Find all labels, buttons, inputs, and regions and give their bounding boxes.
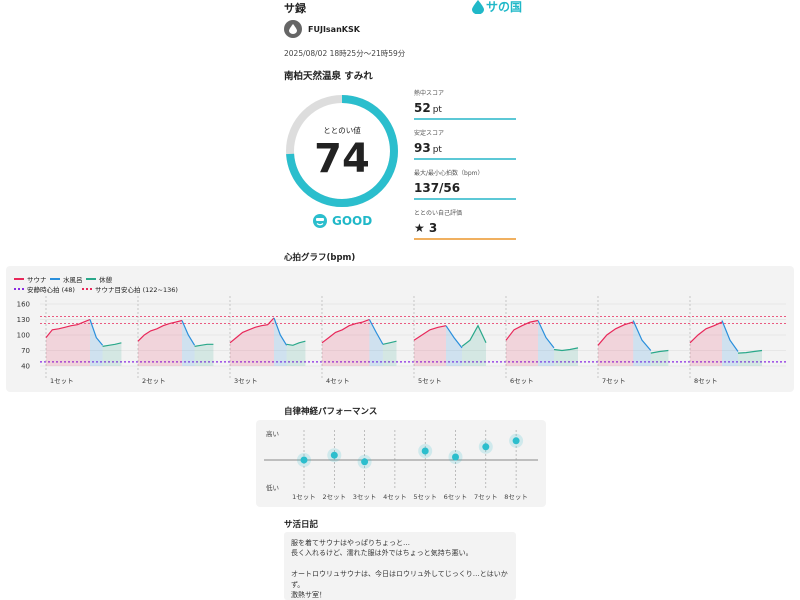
- gauge-value: 74: [314, 136, 370, 182]
- set-label: 2セット: [322, 493, 346, 501]
- diary-title: サ活日記: [284, 520, 319, 530]
- set-label: 3セット: [234, 377, 258, 385]
- good-face-icon: [313, 214, 327, 228]
- score-unit: pt: [432, 105, 442, 115]
- performance-point: [421, 447, 429, 455]
- set-label: 4セット: [326, 377, 350, 385]
- performance-point: [452, 453, 459, 461]
- score-divider: [414, 238, 516, 240]
- drop-avatar-icon: [289, 24, 297, 34]
- rest-area: [194, 344, 214, 366]
- sauna-area: [506, 320, 538, 366]
- heart-chart-title: 心拍グラフ(bpm): [284, 253, 356, 263]
- set-label: 1セット: [50, 377, 74, 385]
- set-label: 7セット: [602, 377, 626, 385]
- session-datetime: 2025/08/02 18時25分～21時59分: [284, 49, 406, 58]
- logo-text: サの国: [486, 0, 523, 14]
- set-label: 4セット: [383, 493, 407, 501]
- autonomic-title: 自律神経パフォーマンス: [284, 407, 378, 417]
- y-tick-label: 130: [17, 316, 30, 324]
- performance-point: [330, 451, 338, 459]
- set-label: 5セット: [413, 493, 437, 501]
- score-heat: 熱中スコア 52 pt: [414, 88, 516, 120]
- y-tick-label: 160: [17, 301, 30, 309]
- set-label: 8セット: [504, 493, 528, 501]
- drop-logo-icon: [472, 0, 484, 14]
- score-label: ととのい自己評価: [414, 210, 462, 217]
- set-label: 3セット: [353, 493, 377, 501]
- heart-rate-plot: 160 130 100 70 40 1セット 2セット 3セット 4セット 5セット 6セット 7セッ…: [17, 296, 786, 385]
- rest-area: [382, 341, 397, 366]
- sauna-area: [414, 325, 446, 366]
- cold-area: [446, 325, 462, 366]
- set-label: 8セット: [694, 377, 718, 385]
- score-value: ★ 3: [414, 221, 438, 235]
- score-value: 137/56: [414, 181, 461, 195]
- performance-point: [512, 437, 520, 445]
- sanokuni-logo[interactable]: サの国: [472, 0, 522, 15]
- y-tick-label: 70: [21, 347, 30, 355]
- autonomic-panel: 高い低い 1セット 2セット 3セット 4セット 5セット 6セット 7セット 8セット: [256, 420, 546, 507]
- set-label: 6セット: [510, 377, 534, 385]
- performance-point: [300, 456, 308, 464]
- username[interactable]: FUJIsanKSK: [308, 25, 360, 34]
- avatar[interactable]: [284, 20, 302, 38]
- set-label: 2セット: [142, 377, 166, 385]
- score-self-rating: ととのい自己評価 ★ 3: [414, 208, 516, 240]
- score-label: 熱中スコア: [414, 90, 445, 97]
- score-heart-rate: 最大/最小心拍数（bpm） 137/56: [414, 168, 516, 200]
- y-tick-label: 40: [21, 363, 30, 371]
- score-label: 最大/最小心拍数（bpm）: [414, 170, 484, 177]
- y-high-label: 高い: [266, 429, 279, 438]
- score-divider: [414, 158, 516, 160]
- score-stability: 安定スコア 93 pt: [414, 128, 516, 160]
- cold-area: [369, 319, 383, 366]
- heart-chart-panel: サウナ 水風呂 休憩 安静時心拍 (48) サウナ目安心拍 (122~136) …: [6, 266, 794, 392]
- sauna-area: [322, 319, 370, 366]
- performance-point: [361, 458, 369, 466]
- score-value: 52: [414, 101, 431, 115]
- page-title: サ録: [284, 2, 306, 15]
- set-label: 1セット: [292, 493, 316, 501]
- diary-text: 服を着てサウナはやっぱりちょっと… 長く入れるけど、濡れた服は外ではちょっと気持…: [284, 532, 516, 600]
- set-label: 6セット: [444, 493, 468, 501]
- status-badge: GOOD: [313, 214, 372, 228]
- y-tick-label: 100: [17, 332, 30, 340]
- rest-area: [554, 347, 578, 366]
- score-label: 安定スコア: [414, 130, 445, 137]
- gauge-label: ととのい値: [323, 126, 361, 135]
- score-unit: pt: [432, 145, 442, 155]
- y-low-label: 低い: [266, 483, 279, 492]
- facility-name[interactable]: 南柏天然温泉 すみれ: [284, 68, 373, 82]
- status-text: GOOD: [332, 214, 373, 228]
- score-value: 93: [414, 141, 431, 155]
- score-divider: [414, 198, 516, 200]
- autonomic-plot: 高い低い 1セット 2セット 3セット 4セット 5セット 6セット 7セット 8セット: [264, 429, 538, 501]
- score-divider: [414, 118, 516, 120]
- performance-point: [482, 443, 490, 451]
- cold-area: [538, 320, 554, 366]
- set-label: 5セット: [418, 377, 442, 385]
- set-label: 7セット: [474, 493, 498, 501]
